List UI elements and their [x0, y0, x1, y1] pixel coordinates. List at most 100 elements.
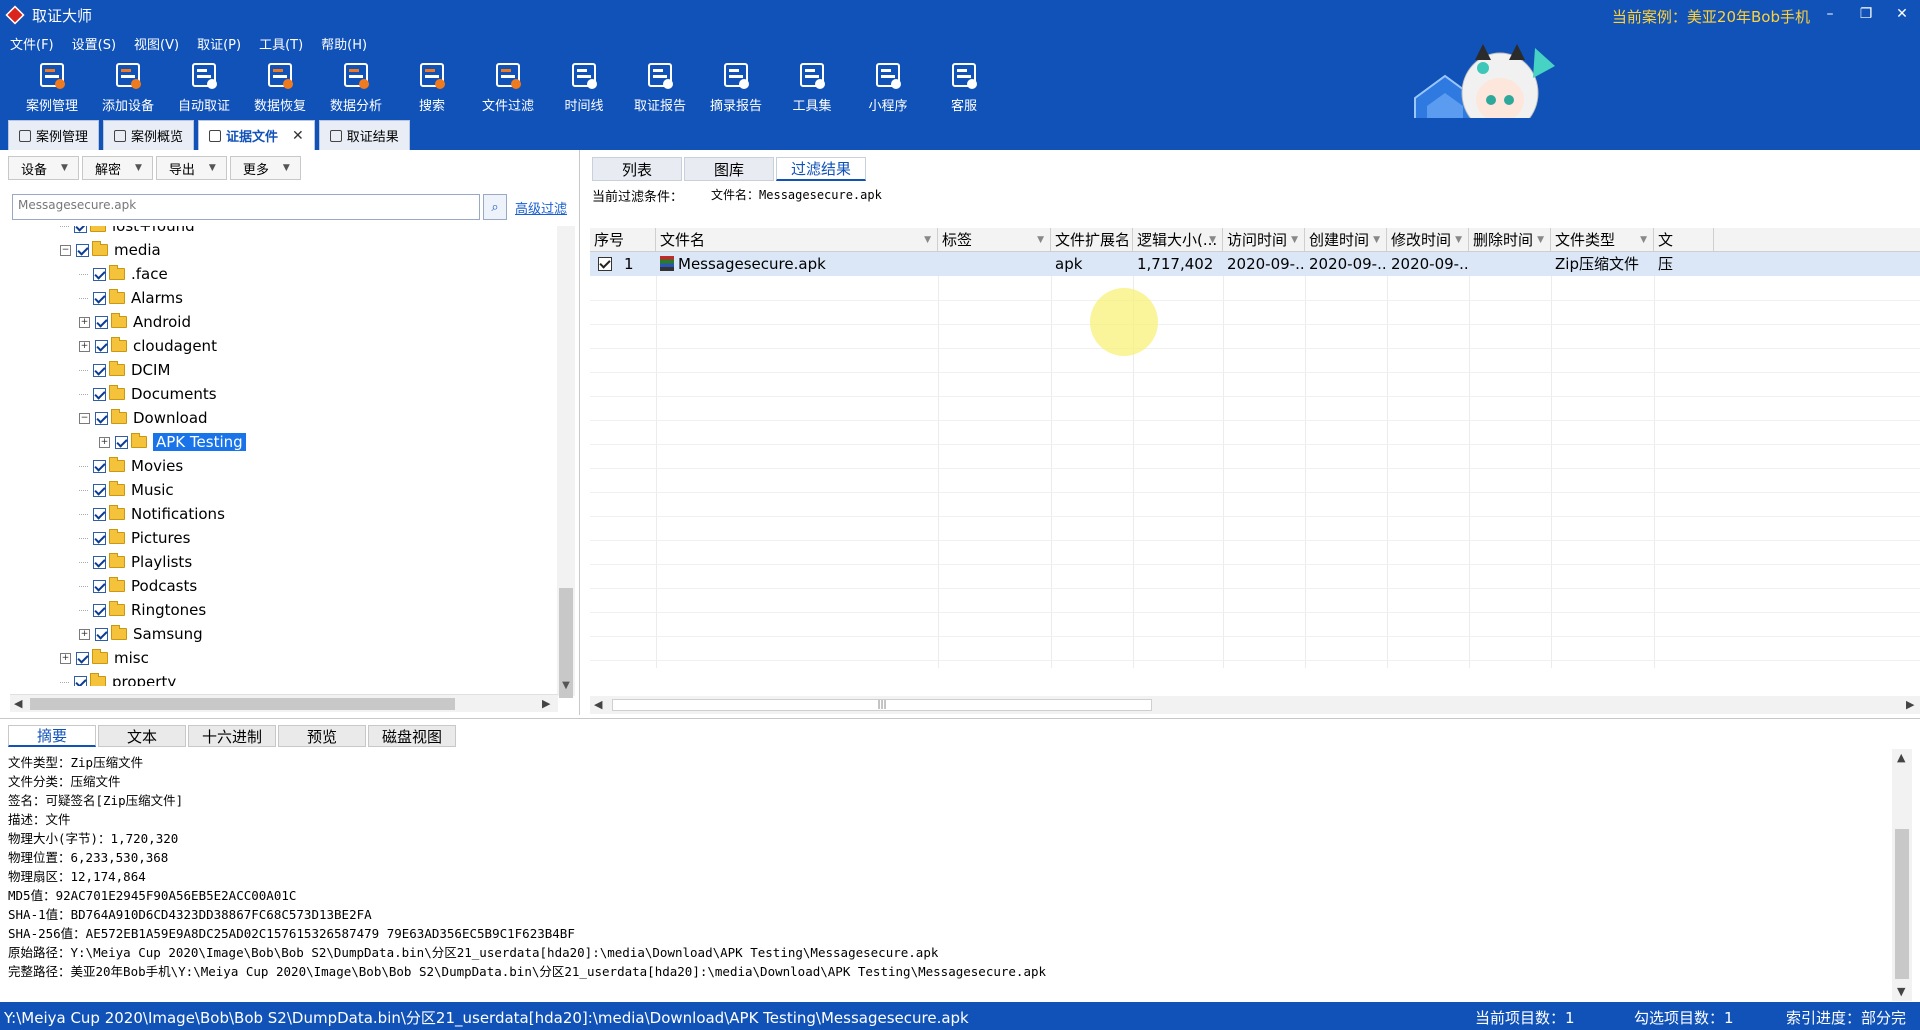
scroll-up-icon[interactable]: ▲	[1897, 751, 1905, 764]
toolbar-button-9[interactable]: 摘录报告	[698, 56, 774, 118]
menu-help[interactable]: 帮助(H)	[321, 34, 367, 53]
tree-item[interactable]: property	[60, 670, 176, 686]
more-dropdown[interactable]: 更多 ▼	[229, 156, 301, 180]
column-filter-icon[interactable]: ▼	[1640, 228, 1647, 252]
collapse-icon[interactable]: −	[79, 412, 90, 424]
advanced-filter-link[interactable]: 高级过滤	[515, 198, 567, 217]
table-row[interactable]: 1 Messagesecure.apk apk 1,717,402 2020-09-..…	[590, 252, 1920, 276]
scroll-right-icon[interactable]: ▶	[542, 697, 550, 710]
tab-case-management[interactable]: 案例管理	[8, 120, 100, 150]
tab-preview[interactable]: 预览	[278, 725, 366, 747]
tree-checkbox[interactable]	[95, 411, 108, 425]
column-header[interactable]: 文件名 ▼	[656, 228, 938, 252]
tree-checkbox[interactable]	[76, 651, 89, 665]
scroll-thumb[interactable]: |||	[612, 699, 1152, 711]
tree-checkbox[interactable]	[93, 507, 106, 521]
expand-icon[interactable]: +	[79, 340, 90, 352]
tree-item[interactable]: Ringtones	[79, 598, 206, 622]
toolbar-button-3[interactable]: 数据恢复	[242, 56, 318, 118]
expand-icon[interactable]: +	[60, 652, 71, 664]
tree-vertical-scrollbar[interactable]: ▼	[557, 226, 575, 698]
column-header[interactable]: 文	[1654, 228, 1714, 252]
search-input[interactable]: Messagesecure.apk	[12, 194, 480, 220]
tree-item[interactable]: Notifications	[79, 502, 225, 526]
scroll-thumb[interactable]	[30, 698, 455, 710]
column-filter-icon[interactable]: ▼	[1291, 228, 1298, 252]
tree-checkbox[interactable]	[93, 603, 106, 617]
summary-details[interactable]: 文件类型：Zip压缩文件 文件分类：压缩文件 签名：可疑签名[Zip压缩文件] 描述：…	[8, 753, 1888, 1003]
toolbar-button-11[interactable]: 小程序	[850, 56, 926, 118]
tree-item[interactable]: − Download	[79, 406, 208, 430]
tree-checkbox[interactable]	[95, 627, 108, 641]
toolbar-button-1[interactable]: 添加设备	[90, 56, 166, 118]
column-header[interactable]: 文件扩展名 ▼	[1051, 228, 1133, 252]
tree-checkbox[interactable]	[93, 579, 106, 593]
toolbar-button-4[interactable]: 数据分析	[318, 56, 394, 118]
tab-forensic-results[interactable]: 取证结果	[318, 120, 410, 150]
scroll-left-icon[interactable]: ◀	[594, 698, 602, 711]
restore-button[interactable]: ❐	[1848, 0, 1884, 30]
tab-filter-results[interactable]: 过滤结果	[776, 157, 866, 181]
toolbar-button-12[interactable]: 客服	[926, 56, 1002, 118]
tree-item[interactable]: + cloudagent	[79, 334, 217, 358]
tab-evidence-files[interactable]: 证据文件 ✕	[198, 120, 315, 150]
tree-item[interactable]: Alarms	[79, 286, 183, 310]
toolbar-button-2[interactable]: 自动取证	[166, 56, 242, 118]
collapse-icon[interactable]: −	[60, 244, 71, 256]
column-header[interactable]: 删除时间 ▼	[1469, 228, 1551, 252]
column-filter-icon[interactable]: ▼	[1455, 228, 1462, 252]
column-filter-icon[interactable]: ▼	[1119, 228, 1126, 252]
column-filter-icon[interactable]: ▼	[1037, 228, 1044, 252]
menu-settings[interactable]: 设置(S)	[72, 34, 116, 53]
tree-checkbox[interactable]	[74, 675, 87, 686]
tree-checkbox[interactable]	[93, 531, 106, 545]
scroll-down-icon[interactable]: ▼	[559, 680, 573, 694]
close-window-button[interactable]: ✕	[1884, 0, 1920, 30]
tab-hex[interactable]: 十六进制	[188, 725, 276, 747]
device-dropdown[interactable]: 设备 ▼	[8, 156, 79, 180]
scroll-down-icon[interactable]: ▼	[1897, 985, 1905, 998]
tab-gallery[interactable]: 图库	[684, 157, 774, 181]
column-filter-icon[interactable]: ▼	[924, 228, 931, 252]
tree-item[interactable]: − media	[60, 238, 161, 262]
table-horizontal-scrollbar[interactable]: ◀ ||| ▶	[590, 696, 1920, 714]
tree-item[interactable]: .face	[79, 262, 168, 286]
menu-file[interactable]: 文件(F)	[10, 34, 54, 53]
toolbar-button-0[interactable]: 案例管理	[14, 56, 90, 118]
tree-checkbox[interactable]	[115, 435, 128, 449]
tree-item[interactable]: + Android	[79, 310, 191, 334]
tab-case-overview[interactable]: 案例概览	[103, 120, 195, 150]
column-filter-icon[interactable]: ▼	[1373, 228, 1380, 252]
column-header[interactable]: 修改时间 ▼	[1387, 228, 1469, 252]
toolbar-button-8[interactable]: 取证报告	[622, 56, 698, 118]
menu-forensics[interactable]: 取证(P)	[197, 34, 241, 53]
tree-checkbox[interactable]	[95, 339, 108, 353]
column-header[interactable]: 标签 ▼	[938, 228, 1051, 252]
tree-checkbox[interactable]	[93, 555, 106, 569]
tree-checkbox[interactable]	[93, 483, 106, 497]
column-filter-icon[interactable]: ▼	[1209, 228, 1216, 252]
tree-item[interactable]: + APK Testing	[99, 430, 246, 454]
tree-checkbox[interactable]	[95, 315, 108, 329]
detail-vertical-scrollbar[interactable]: ▲ ▼	[1892, 749, 1912, 1001]
tree-item[interactable]: Music	[79, 478, 174, 502]
expand-icon[interactable]: +	[79, 628, 90, 640]
toolbar-button-5[interactable]: 搜索	[394, 56, 470, 118]
expand-icon[interactable]: +	[79, 316, 90, 328]
close-tab-icon[interactable]: ✕	[292, 128, 304, 144]
tree-checkbox[interactable]	[74, 226, 87, 233]
tree-checkbox[interactable]	[93, 363, 106, 377]
tree-item[interactable]: Playlists	[79, 550, 192, 574]
column-header[interactable]: 文件类型 ▼	[1551, 228, 1654, 252]
tree-item[interactable]: + misc	[60, 646, 149, 670]
minimize-button[interactable]: –	[1812, 0, 1848, 30]
column-header[interactable]: 创建时间 ▼	[1305, 228, 1387, 252]
column-header[interactable]: 逻辑大小(... ▼	[1133, 228, 1223, 252]
scroll-left-icon[interactable]: ◀	[14, 697, 22, 710]
column-filter-icon[interactable]: ▼	[1537, 228, 1544, 252]
tab-summary[interactable]: 摘要	[8, 725, 96, 747]
scroll-thumb[interactable]	[1895, 829, 1909, 979]
search-button[interactable]: ⌕	[483, 194, 507, 220]
tree-item[interactable]: Movies	[79, 454, 183, 478]
tree-horizontal-scrollbar[interactable]: ◀ ▶	[10, 694, 558, 712]
